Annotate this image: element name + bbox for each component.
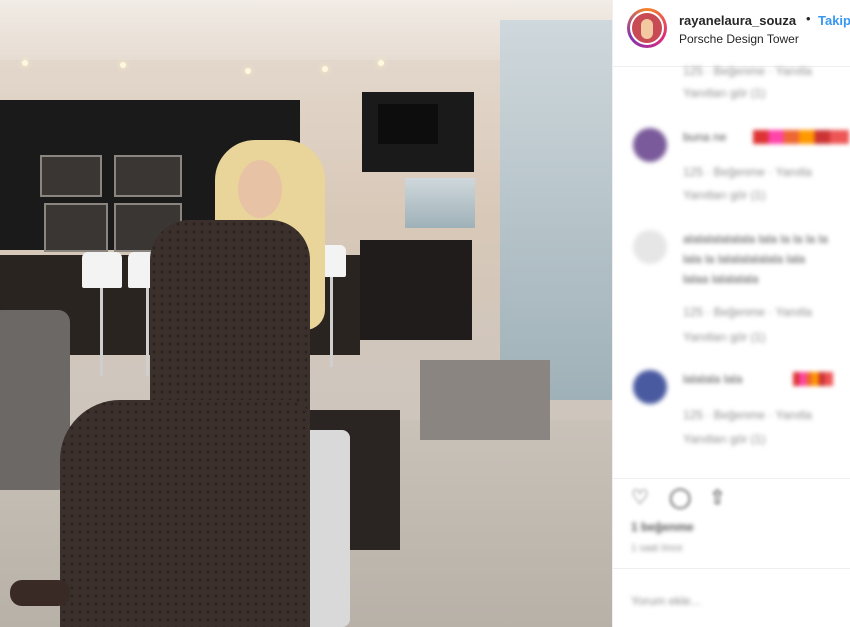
photo-oven (44, 203, 108, 252)
commenter-avatar[interactable] (633, 370, 667, 404)
heart-icon[interactable]: ♡ (631, 485, 653, 509)
photo-stool-leg (330, 277, 333, 367)
share-icon[interactable]: ⇧ (709, 485, 731, 509)
follow-button[interactable]: Takip (818, 13, 850, 28)
comment-text: lalalala lala (683, 372, 743, 386)
comment-text: alalalalalalala lala la la la la (683, 232, 828, 246)
divider (613, 568, 850, 569)
post-location[interactable]: Porsche Design Tower (679, 32, 799, 46)
photo-counter (360, 240, 472, 340)
avatar-figure (641, 19, 653, 39)
emoji-strip (793, 372, 833, 386)
comment-meta[interactable]: 125 · Beğenme · Yanıtla (683, 408, 812, 422)
comment-text: buna ne (683, 130, 727, 144)
comment-meta[interactable]: 125 · Beğenme · Yanıtla (683, 165, 812, 179)
comment-text-line: lala la lalalalalalala lala (683, 252, 806, 266)
emoji-strip (753, 130, 849, 144)
header-separator: • (806, 11, 811, 26)
comment-meta[interactable]: 125 · Beğenme · Yanıtla (683, 305, 812, 319)
comment-replies[interactable]: Yanıtları gör (1) (683, 330, 765, 344)
photo-person-dress-skirt (60, 400, 310, 627)
comment-meta[interactable]: 125 · Beğenme · Yanıtla (683, 64, 812, 78)
photo-stool-leg (146, 288, 149, 376)
photo-person-sandal (10, 580, 70, 606)
comment-replies[interactable]: Yanıtları gör (1) (683, 86, 765, 100)
photo-ceiling-light (120, 62, 126, 68)
photo-ceiling-light (245, 68, 251, 74)
photo-tv (378, 104, 438, 144)
post-photo[interactable] (0, 0, 612, 627)
comment-text-line: lalaa lalalalala (683, 272, 759, 286)
post-actions: ♡ ◯ ⇧ (613, 478, 850, 519)
profile-avatar[interactable] (627, 8, 667, 48)
comment-icon[interactable]: ◯ (669, 485, 691, 509)
post-username[interactable]: rayanelaura_souza (679, 13, 796, 28)
commenter-avatar[interactable] (633, 128, 667, 162)
avatar-image (630, 11, 664, 45)
photo-oven (114, 155, 182, 197)
photo-ceiling-light (322, 66, 328, 72)
add-comment-input[interactable]: Yorum ekle... (631, 594, 701, 608)
post-time: 1 saat önce (631, 543, 683, 554)
photo-glass-table (420, 360, 550, 440)
photo-bar-stool (82, 252, 122, 288)
photo-person-face (238, 160, 282, 218)
photo-stool-leg (100, 288, 103, 376)
post-side-panel: rayanelaura_souza • Takip Porsche Design… (612, 0, 850, 627)
comment-replies[interactable]: Yanıtları gör (1) (683, 188, 765, 202)
photo-ceiling-light (22, 60, 28, 66)
photo-oven (40, 155, 102, 197)
photo-glass-door (500, 20, 612, 400)
photo-window (405, 178, 475, 228)
post-header: rayanelaura_souza • Takip Porsche Design… (613, 0, 850, 67)
commenter-avatar[interactable] (633, 230, 667, 264)
likes-count[interactable]: 1 beğenme (631, 520, 694, 534)
comment-replies[interactable]: Yanıtları gör (1) (683, 432, 765, 446)
photo-ceiling-light (378, 60, 384, 66)
